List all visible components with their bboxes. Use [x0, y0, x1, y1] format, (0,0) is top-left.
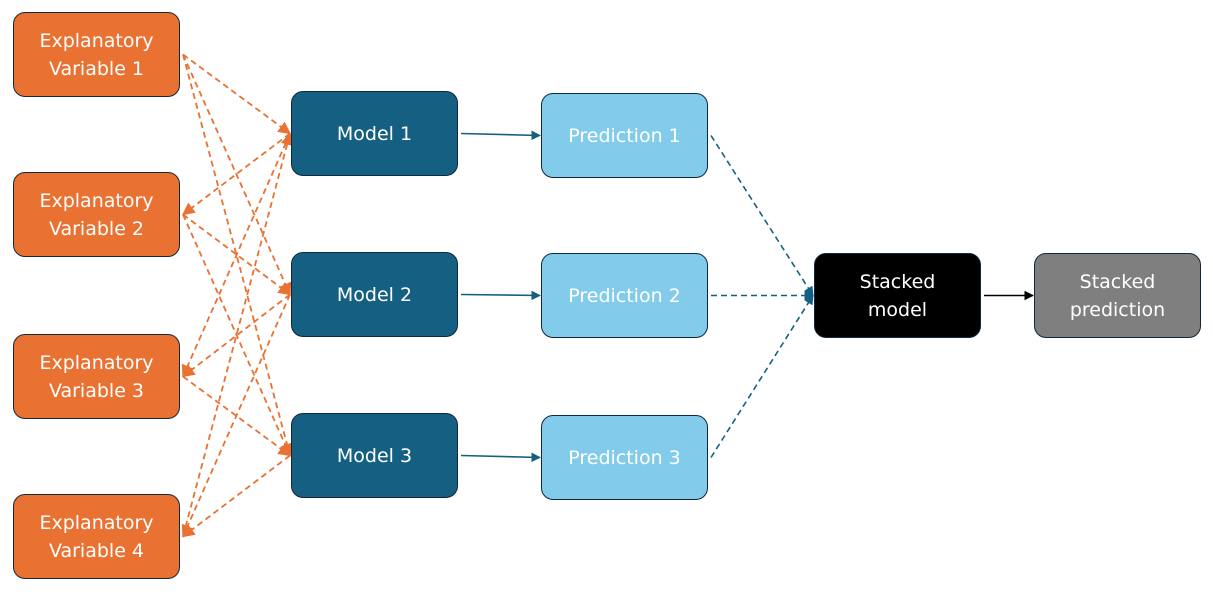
- prediction-3-node: Prediction 3: [541, 415, 708, 500]
- edge-p3-to-sm: [710, 294, 814, 458]
- prediction-1-node: Prediction 1: [541, 93, 708, 178]
- explanatory-variable-2-node: Explanatory Variable 2: [13, 172, 180, 257]
- prediction-2-node: Prediction 2: [541, 253, 708, 338]
- edge-m1-to-ev3: [181, 133, 291, 378]
- edge-m1-to-p1: [460, 130, 541, 141]
- stacked-prediction-node: Stacked prediction: [1034, 253, 1201, 338]
- explanatory-variable-1-node: Explanatory Variable 1: [13, 12, 180, 97]
- edge-m2-to-ev4: [181, 294, 291, 538]
- edge-p1-to-sm: [710, 135, 814, 297]
- model-1-node: Model 1: [291, 91, 458, 176]
- model-3-node: Model 3: [291, 413, 458, 498]
- model-2-node: Model 2: [291, 252, 458, 337]
- stacked-model-node: Stacked model: [814, 253, 981, 338]
- edge-m3-to-ev4: [181, 454, 291, 538]
- edge-ev1-to-m1: [182, 53, 292, 135]
- edge-ev2-to-m3: [182, 214, 292, 457]
- edge-m3-to-p3: [460, 452, 541, 463]
- explanatory-variable-3-node: Explanatory Variable 3: [13, 334, 180, 419]
- explanatory-variable-4-node: Explanatory Variable 4: [13, 494, 180, 579]
- edge-m2-to-p2: [460, 290, 541, 301]
- edge-ev1-to-m2: [182, 54, 292, 296]
